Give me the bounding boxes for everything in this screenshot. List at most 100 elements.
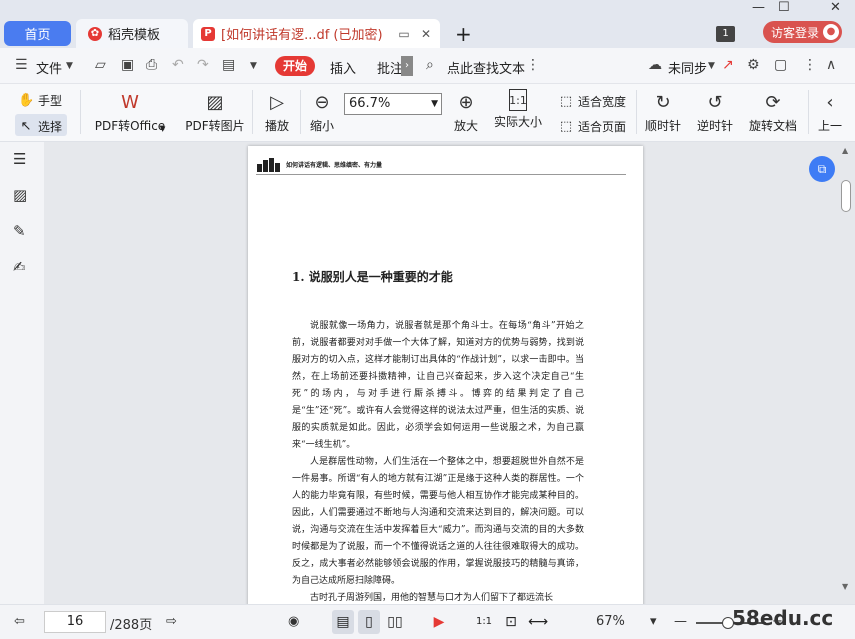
document-viewer[interactable]: 如何讲话有逻辑、思维缜密、有力量 1. 说服别人是一种重要的才能 说服就像一场角… [44,142,855,604]
more-dropdown-icon[interactable]: ▼ [250,61,257,71]
rotate-doc-icon: ⟳ [765,91,781,113]
more-options-icon[interactable]: ⋮ [803,57,817,73]
close-window-icon[interactable]: ✕ [830,0,841,15]
redo-icon[interactable]: ↷ [197,57,209,73]
vertical-scrollbar-thumb[interactable] [841,180,851,212]
tab-home[interactable]: 首页 [4,21,71,46]
rotate-clockwise-button[interactable]: ↻ 顺时针 [643,84,683,134]
rotate-doc-label: 旋转文档 [748,119,797,133]
rotate-document-button[interactable]: ⟳ 旋转文档 [745,84,801,134]
more-vertical-icon[interactable]: ⋮ [526,57,540,73]
close-tab-icon[interactable]: ✕ [418,27,434,41]
two-page-view-icon[interactable]: ▯▯ [384,610,406,634]
display-icon[interactable]: ▭ [396,27,412,41]
pdf-to-image-button[interactable]: ▨ PDF转图片 [184,84,246,134]
open-folder-icon[interactable]: ▱ [95,57,106,73]
chevron-down-icon[interactable]: ▼ [66,61,73,71]
settings-icon[interactable]: ⚙ [747,57,760,73]
search-text-button[interactable]: 点此查找文本 [447,58,525,77]
page-number-input[interactable]: 16 [44,611,106,633]
docer-logo-icon: ✿ [88,26,102,41]
print-icon[interactable]: ⎙ [146,57,157,73]
cloud-sync-icon[interactable]: ☁ [648,57,662,73]
outline-icon[interactable]: ☰ [13,150,26,168]
sync-status[interactable]: 未同步 [668,58,707,77]
zoom-select[interactable]: 66.7% ▼ [344,93,442,115]
hand-tool[interactable]: ✋ 手型 [18,92,62,109]
tab-template[interactable]: ✿ 稻壳模板 [76,19,188,48]
select-tool[interactable]: ↖ 选择 [18,118,62,135]
collapse-ribbon-icon[interactable]: ∧ [826,57,836,73]
share-icon[interactable]: ↗ [722,57,734,73]
zoom-out-small-icon[interactable]: — [674,614,687,629]
menu-start[interactable]: 开始 [275,56,315,76]
tab-document[interactable]: P [如何讲话有逻...df (已加密) ▭ ✕ [193,19,440,48]
tab-home-label: 首页 [24,28,51,43]
zoom-out-label: 缩小 [309,119,334,133]
rotate-cw-icon: ↻ [655,91,671,113]
fit-width-status-icon[interactable]: ⟷ [527,610,549,634]
header-emblem-icon [257,158,280,172]
play-button[interactable]: ▷ 播放 [262,84,292,134]
pdf-to-image-label: PDF转图片 [185,119,245,133]
divider [808,90,809,134]
avatar-icon: ● [823,24,840,40]
continuous-view-icon[interactable]: ▯ [358,610,380,634]
zoom-out-button[interactable]: ⊖ 缩小 [307,84,337,134]
signature-icon[interactable]: ✍ [13,258,26,276]
undo-icon[interactable]: ↶ [172,57,184,73]
fit-page-button[interactable]: ⬚ 适合页面 [558,118,626,135]
cursor-icon: ↖ [20,119,32,134]
next-page-icon[interactable]: ⇨ [166,614,177,629]
hand-label: 手型 [38,94,63,108]
rotate-counterclockwise-button[interactable]: ↺ 逆时针 [695,84,735,134]
annotation-icon[interactable]: ✎ [13,222,26,240]
export-image-icon[interactable]: ▤ [222,57,235,73]
search-icon[interactable]: ⌕ [426,57,434,73]
zoom-in-button[interactable]: ⊕ 放大 [451,84,481,134]
window-count-badge[interactable]: 1 [716,26,735,42]
play-label: 播放 [264,119,289,133]
pdf-office-dropdown-icon[interactable]: ▼ [160,125,165,133]
ribbon-toolbar: ✋ 手型 ↖ 选择 W PDF转Office ▼ ▨ PDF转图片 ▷ 播放 ⊖… [0,84,855,142]
thumbnails-icon[interactable]: ▨ [13,186,27,204]
menu-bar: ☰ 文件 ▼ ▱ ▣ ⎙ ↶ ↷ ▤ ▼ 开始 插入 批注 › ⌕ 点此查找文本… [0,48,855,84]
menu-file[interactable]: 文件 [36,58,62,77]
actual-size-status-icon[interactable]: 1:1 [473,610,495,634]
pdf-to-word-icon: W [121,91,139,113]
menu-insert[interactable]: 插入 [330,58,356,77]
title-bar: 首页 ✿ 稻壳模板 P [如何讲话有逻...df (已加密) ▭ ✕ + 1 访… [0,0,855,48]
floating-tool-button[interactable]: ⧉ [809,156,835,182]
fit-page-icon: ⬚ [559,119,573,134]
eye-care-icon[interactable]: ◉ [288,614,299,629]
actual-size-button[interactable]: 1:1 实际大小 [492,84,544,130]
total-pages: /288页 [110,618,153,633]
maximize-icon[interactable]: ☐ [778,0,790,15]
feedback-icon[interactable]: ▢ [774,57,787,73]
login-button[interactable]: 访客登录 ● [763,21,842,43]
minimize-icon[interactable]: — [752,0,765,15]
fit-page-status-icon[interactable]: ⊡ [500,610,522,634]
paragraph: 古时孔子周游列国，用他的智慧与口才为人们留下了都远流长 [310,593,554,603]
hamburger-icon[interactable]: ☰ [15,57,28,73]
page-header-text: 如何讲话有逻辑、思维缜密、有力量 [286,161,383,169]
prev-page-icon[interactable]: ⇦ [14,614,25,629]
pdf-to-office-button[interactable]: W PDF转Office [90,84,170,134]
fit-width-icon: ⬚ [559,94,573,109]
rotate-cw-label: 顺时针 [644,119,681,133]
page-header: 如何讲话有逻辑、思维缜密、有力量 [256,156,626,175]
rotate-ccw-label: 逆时针 [696,119,733,133]
zoom-in-label: 放大 [453,119,478,133]
scroll-menu-right-icon[interactable]: › [401,56,413,76]
new-tab-button[interactable]: + [455,22,472,46]
scroll-up-icon[interactable]: ▲ [842,146,848,155]
zoom-dropdown-icon[interactable]: ▾ [650,614,657,629]
menu-annotate[interactable]: 批注 [377,58,403,77]
fit-width-button[interactable]: ⬚ 适合宽度 [558,93,626,110]
play-slideshow-icon[interactable]: ▶ [428,610,450,634]
prev-page-button[interactable]: ‹ 上一 [815,84,845,134]
sync-dropdown-icon[interactable]: ▼ [708,61,715,71]
save-icon[interactable]: ▣ [121,57,134,73]
scroll-down-icon[interactable]: ▼ [842,582,848,591]
single-page-view-icon[interactable]: ▤ [332,610,354,634]
